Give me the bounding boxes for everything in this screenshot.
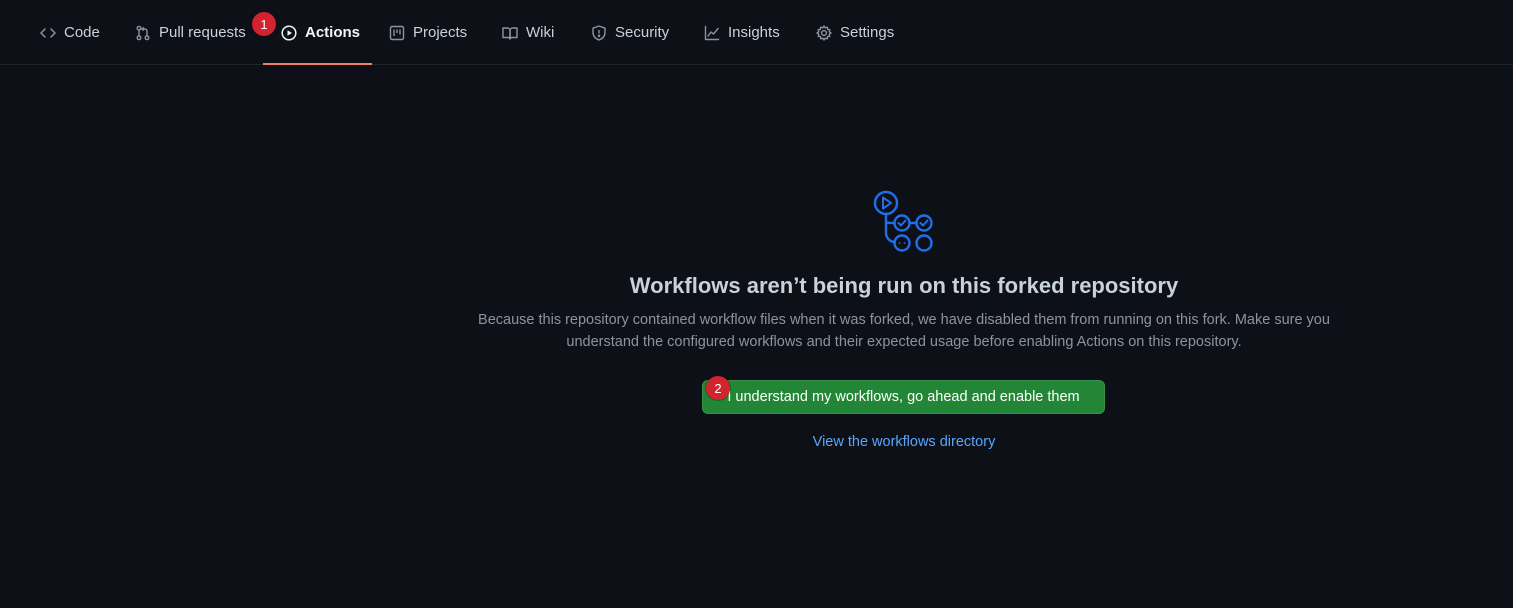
graph-icon xyxy=(704,25,720,41)
annotation-marker-1: 1 xyxy=(252,12,276,36)
tab-label: Wiki xyxy=(526,24,555,41)
tab-pull-requests[interactable]: Pull requests xyxy=(135,0,246,65)
project-board-icon xyxy=(389,25,405,41)
tab-label: Security xyxy=(615,24,670,41)
empty-state-description: Because this repository contained workfl… xyxy=(478,312,1330,350)
tab-actions[interactable]: Actions xyxy=(281,0,360,65)
book-icon xyxy=(502,25,518,41)
tab-label: Settings xyxy=(840,24,895,41)
tab-insights[interactable]: Insights xyxy=(704,0,780,65)
repo-nav: Code Pull requests Actions Projects Wiki xyxy=(0,0,1513,65)
tab-label: Actions xyxy=(305,24,361,41)
tab-security[interactable]: Security xyxy=(591,0,669,65)
code-icon xyxy=(40,25,56,41)
annotation-marker-2: 2 xyxy=(706,376,730,400)
tab-label: Code xyxy=(64,24,100,41)
tab-code[interactable]: Code xyxy=(40,0,100,65)
shield-icon xyxy=(591,24,607,41)
workflows-directory-link[interactable]: View the workflows directory xyxy=(0,434,1513,450)
tab-settings[interactable]: Settings xyxy=(816,0,894,65)
workflow-icon xyxy=(873,190,933,252)
play-icon xyxy=(281,24,297,41)
pull-request-icon xyxy=(135,25,151,41)
tab-label: Insights xyxy=(728,24,780,41)
tab-label: Pull requests xyxy=(159,24,246,41)
active-tab-underline xyxy=(263,63,372,65)
tab-wiki[interactable]: Wiki xyxy=(502,0,554,65)
tab-label: Projects xyxy=(413,24,468,41)
actions-page: Code Pull requests Actions Projects Wiki xyxy=(0,0,1513,608)
enable-workflows-button[interactable]: I understand my workflows, go ahead and … xyxy=(702,380,1105,414)
tab-projects[interactable]: Projects xyxy=(389,0,467,65)
empty-state-title: Workflows aren’t being run on this forke… xyxy=(629,273,1179,298)
gear-icon xyxy=(816,24,832,41)
